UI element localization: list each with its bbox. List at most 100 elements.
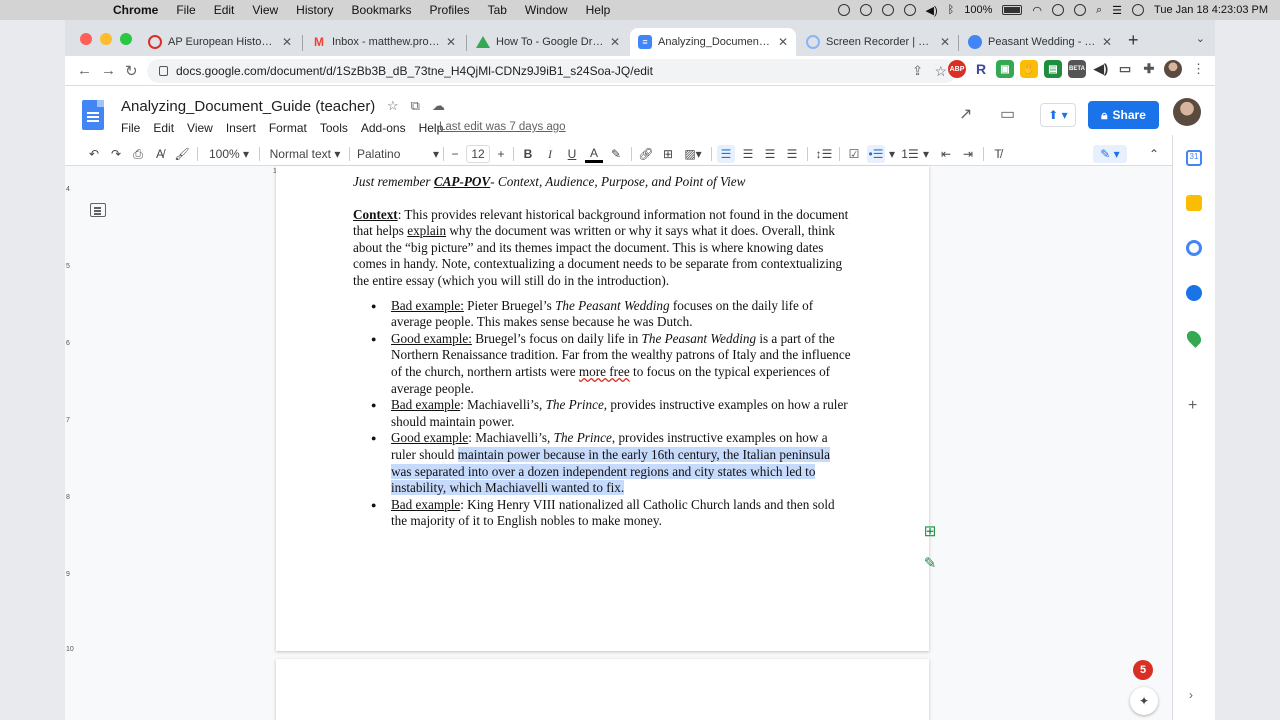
font-select[interactable]: Palatino ▾ — [357, 145, 439, 163]
font-size-input[interactable]: 12 — [466, 145, 490, 163]
close-tab-icon[interactable]: ✕ — [446, 35, 456, 49]
maps-icon[interactable] — [1184, 328, 1204, 348]
calendar-icon[interactable]: 31 — [1186, 150, 1202, 166]
profile-avatar[interactable] — [1164, 60, 1182, 78]
activity-trend-icon[interactable]: ↗ — [959, 104, 972, 124]
print-icon[interactable]: ⎙ — [129, 145, 147, 163]
editing-mode-pencil-icon[interactable]: ✎ ▾ — [1093, 145, 1127, 163]
siri-icon[interactable] — [1132, 4, 1145, 16]
close-tab-icon[interactable]: ✕ — [940, 35, 950, 49]
line-spacing-icon[interactable]: ↕☰ — [813, 145, 835, 163]
clear-formatting-icon[interactable]: T̸ — [989, 145, 1007, 163]
tab-screen-recorder[interactable]: Screen Recorder | Scree ✕ — [798, 28, 958, 56]
audio-extension-icon[interactable]: ◀) — [1092, 60, 1110, 78]
get-add-ons-icon[interactable]: + — [1188, 397, 1197, 415]
close-tab-icon[interactable]: ✕ — [778, 35, 788, 49]
hide-menus-chevron-icon[interactable]: ⌃ — [1145, 145, 1163, 163]
text-color-icon[interactable]: A — [585, 145, 603, 163]
notification-badge[interactable]: 5 — [1133, 660, 1153, 680]
menu-bookmarks[interactable]: Bookmarks — [343, 3, 421, 17]
google-docs-logo-icon[interactable] — [82, 100, 104, 130]
suggest-edits-side-icon[interactable]: ✎ — [920, 553, 940, 573]
align-justify-icon[interactable]: ☰ — [783, 145, 801, 163]
cloud-saved-icon[interactable]: ☁ — [432, 98, 445, 114]
docs-menu-view[interactable]: View — [187, 121, 219, 135]
reload-icon[interactable]: ↻ — [125, 62, 138, 80]
chrome-menu-icon[interactable]: ⋮ — [1188, 61, 1205, 77]
menu-history[interactable]: History — [287, 3, 342, 17]
back-icon[interactable]: ← — [77, 62, 92, 79]
numbered-list-icon[interactable]: 1☰ — [901, 145, 919, 163]
zoom-select[interactable]: 100% ▾ — [205, 145, 253, 163]
redo-icon[interactable]: ↷ — [107, 145, 125, 163]
close-window-button[interactable] — [80, 33, 92, 45]
docs-menu-file[interactable]: File — [121, 121, 146, 135]
airdrop-icon[interactable] — [903, 4, 916, 16]
align-center-icon[interactable]: ☰ — [739, 145, 757, 163]
document-title[interactable]: Analyzing_Document_Guide (teacher) — [121, 98, 375, 115]
present-button[interactable]: ⬆ ▾ — [1040, 103, 1076, 127]
bold-icon[interactable]: B — [519, 145, 537, 163]
tab-search-chevron-icon[interactable]: ⌄ — [1196, 32, 1205, 45]
next-page[interactable] — [276, 659, 929, 720]
time-machine-icon[interactable] — [1074, 4, 1086, 16]
dropbox-icon[interactable] — [859, 4, 872, 16]
spotlight-icon[interactable]: ⌕ — [1096, 4, 1102, 17]
docs-menu-edit[interactable]: Edit — [153, 121, 180, 135]
tab-analyzing-document-guide[interactable]: ≡ Analyzing_Document_Gu ✕ — [630, 28, 796, 56]
account-avatar[interactable] — [1173, 98, 1201, 126]
lock-icon[interactable] — [159, 66, 168, 76]
puzzle-extensions-icon[interactable]: ✚ — [1140, 60, 1158, 78]
bulleted-list-dropdown-icon[interactable]: ▾ — [887, 145, 897, 163]
bookmark-star-icon[interactable]: ☆ — [934, 63, 947, 80]
decrease-indent-icon[interactable]: ⇤ — [937, 145, 955, 163]
menu-app-chrome[interactable]: Chrome — [104, 3, 167, 17]
cast-icon[interactable]: ▭ — [1116, 60, 1134, 78]
clock[interactable]: Tue Jan 18 4:23:03 PM — [1154, 4, 1268, 16]
checklist-icon[interactable]: ☑ — [845, 145, 863, 163]
increase-font-size-icon[interactable]: + — [493, 145, 509, 163]
align-right-icon[interactable]: ☰ — [761, 145, 779, 163]
docs-menu-format[interactable]: Format — [269, 121, 313, 135]
contacts-icon[interactable] — [1186, 285, 1202, 301]
paragraph-style-select[interactable]: Normal text ▾ — [265, 145, 345, 163]
insert-link-icon[interactable]: 🔗︎ — [637, 145, 655, 163]
paint-format-icon[interactable]: 🖌︎ — [173, 145, 191, 163]
forward-icon[interactable]: → — [101, 62, 116, 79]
user-icon[interactable] — [1052, 4, 1064, 16]
document-outline-icon[interactable] — [90, 203, 106, 217]
docs-menu-addons[interactable]: Add-ons — [361, 121, 412, 135]
menu-tab[interactable]: Tab — [479, 3, 516, 17]
wifi-icon[interactable]: ◠ — [1032, 4, 1042, 17]
adblock-icon[interactable]: ABP — [948, 60, 966, 78]
minimize-window-button[interactable] — [100, 33, 112, 45]
volume-icon[interactable]: ◀) — [926, 4, 938, 17]
add-comment-icon[interactable]: ⊞ — [659, 145, 677, 163]
insert-image-icon[interactable]: ▨▾ — [681, 145, 705, 163]
play-icon[interactable] — [881, 4, 894, 16]
spellcheck-icon[interactable]: A̸ — [151, 145, 169, 163]
close-tab-icon[interactable]: ✕ — [282, 35, 292, 49]
explore-icon[interactable]: ✦ — [1130, 687, 1158, 715]
decrease-font-size-icon[interactable]: − — [447, 145, 463, 163]
omnibox[interactable]: docs.google.com/document/d/1SzBb3B_dB_73… — [147, 59, 957, 83]
battery-icon[interactable] — [1002, 5, 1023, 15]
tasks-icon[interactable] — [1186, 240, 1202, 256]
last-edit-link[interactable]: Last edit was 7 days ago — [439, 121, 566, 133]
yellow-extension-icon[interactable]: ✋ — [1020, 60, 1038, 78]
menu-view[interactable]: View — [243, 3, 287, 17]
keep-icon[interactable] — [1186, 195, 1202, 211]
comments-icon[interactable]: ▭ — [1000, 104, 1015, 124]
green-extension-icon[interactable]: ▣ — [996, 60, 1014, 78]
bluetooth-icon[interactable]: ᛒ — [948, 4, 955, 16]
numbered-list-dropdown-icon[interactable]: ▾ — [921, 145, 931, 163]
document-body[interactable]: Just remember CAP-POV- Context, Audience… — [353, 174, 853, 530]
undo-icon[interactable]: ↶ — [85, 145, 103, 163]
underline-icon[interactable]: U — [563, 145, 581, 163]
spelling-suggestion[interactable]: more free — [579, 364, 630, 379]
r-extension-icon[interactable]: R — [972, 60, 990, 78]
italic-icon[interactable]: I — [541, 145, 559, 163]
grammar-extension-icon[interactable]: ▤ — [1044, 60, 1062, 78]
docs-menu-tools[interactable]: Tools — [320, 121, 354, 135]
vertical-ruler[interactable]: 4 5 6 7 8 9 10 — [65, 166, 74, 720]
